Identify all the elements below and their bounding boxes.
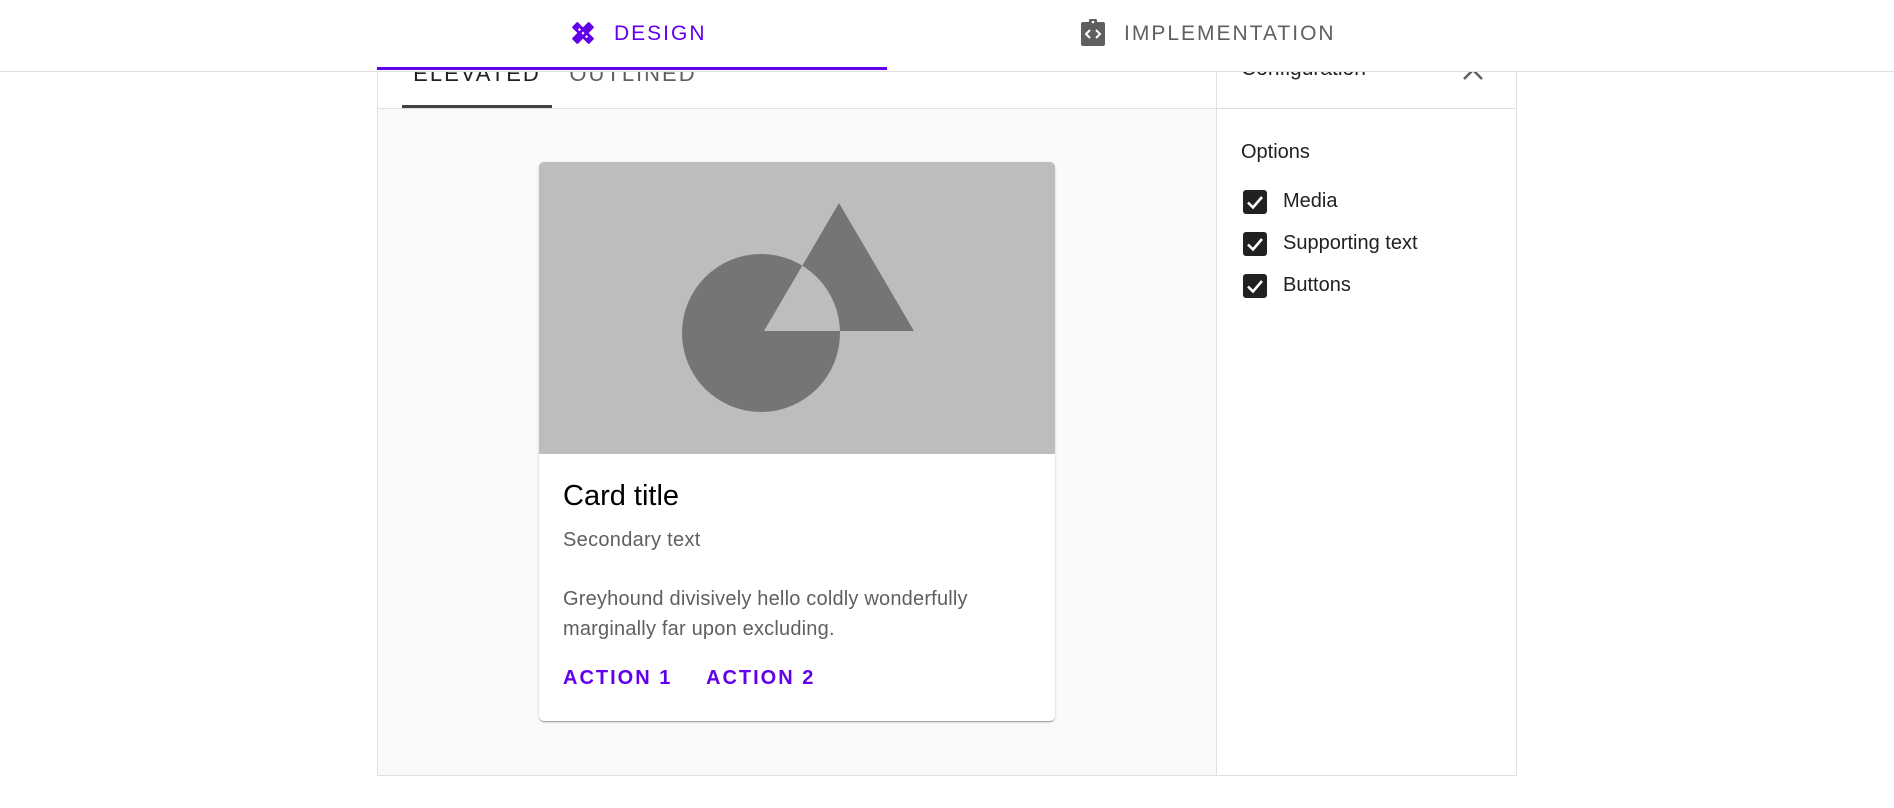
option-media[interactable]: Media: [1241, 187, 1501, 217]
shapes-placeholder-icon: [682, 203, 914, 412]
code-clipboard-icon: [1081, 19, 1105, 46]
demo-tab-indicator: [402, 105, 552, 108]
tab-implementation-label: IMPLEMENTATION: [1124, 22, 1336, 45]
top-tab-bar: DESIGN IMPLEMENTATION: [0, 0, 1894, 72]
check-icon: [1247, 280, 1263, 294]
check-icon: [1247, 238, 1263, 252]
card-title: Card title: [563, 480, 680, 512]
elevated-card: Card title Secondary text Greyhound divi…: [539, 162, 1055, 721]
top-tab-indicator: [377, 67, 887, 70]
check-icon: [1247, 196, 1263, 210]
action-1-button[interactable]: ACTION 1: [563, 667, 672, 690]
configuration-panel: Configuration Options Media Supporting t…: [1216, 1, 1517, 775]
checkbox-supporting-text[interactable]: [1243, 232, 1267, 256]
option-label: Media: [1283, 190, 1338, 212]
option-supporting-text[interactable]: Supporting text: [1241, 229, 1501, 259]
checkbox-media[interactable]: [1243, 190, 1267, 214]
card-subtitle: Secondary text: [563, 529, 701, 551]
card-media: [539, 162, 1055, 454]
checkbox-buttons[interactable]: [1243, 274, 1267, 298]
tab-implementation[interactable]: IMPLEMENTATION: [887, 0, 1517, 70]
option-label: Buttons: [1283, 274, 1351, 296]
demo-stage: ELEVATED OUTLINED Card title Secondary t…: [378, 1, 1216, 775]
tab-design-label: DESIGN: [614, 22, 707, 45]
action-2-button[interactable]: ACTION 2: [706, 667, 815, 690]
tab-design[interactable]: DESIGN: [377, 0, 887, 70]
option-buttons[interactable]: Buttons: [1241, 271, 1501, 301]
card-supporting-text: Greyhound divisively hello coldly wonder…: [563, 588, 968, 640]
design-tools-icon: [572, 22, 594, 44]
option-label: Supporting text: [1283, 232, 1418, 254]
options-heading: Options: [1241, 141, 1310, 163]
demo-panel: ELEVATED OUTLINED Card title Secondary t…: [377, 0, 1517, 776]
